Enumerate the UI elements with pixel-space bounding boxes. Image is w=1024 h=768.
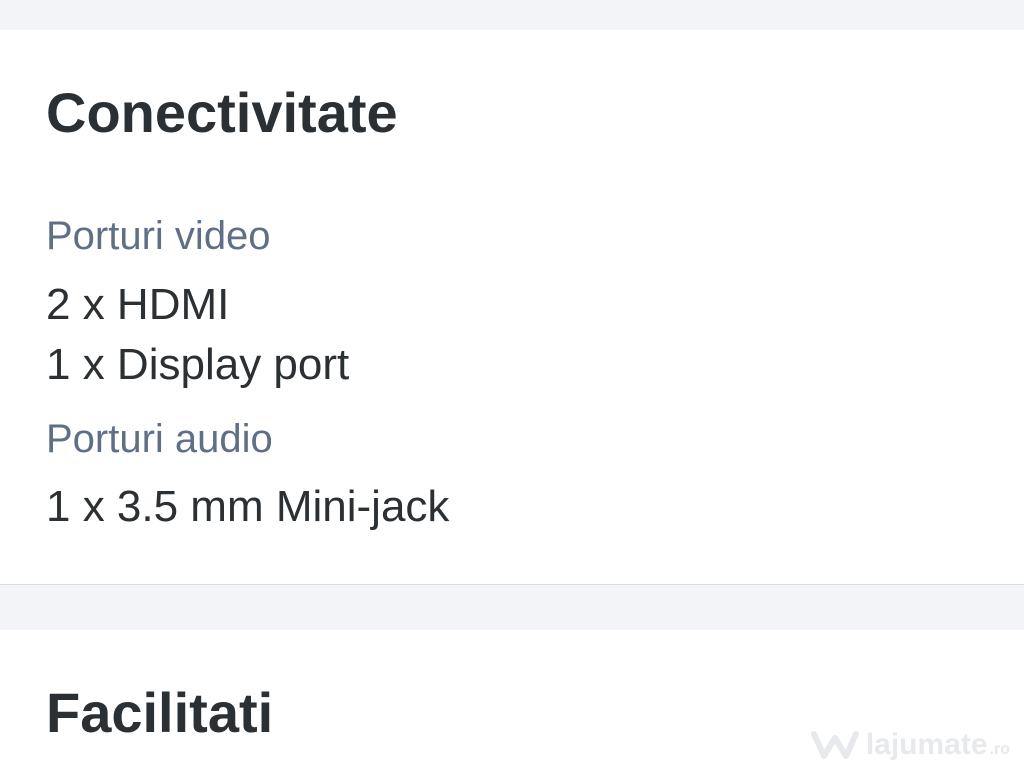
connectivity-section: Conectivitate Porturi video 2 x HDMI 1 x… <box>0 30 1024 585</box>
watermark-suffix: .ro <box>989 741 1010 758</box>
watermark: lajumate .ro <box>810 728 1010 762</box>
watermark-brand: lajumate <box>865 728 988 761</box>
w-logo-icon <box>810 728 860 762</box>
page: Conectivitate Porturi video 2 x HDMI 1 x… <box>0 0 1024 768</box>
audio-port-item: 1 x 3.5 mm Mini-jack <box>46 482 450 531</box>
video-port-item: 2 x HDMI <box>46 280 230 329</box>
video-port-item: 1 x Display port <box>46 340 350 389</box>
section-title-facilities: Facilitati <box>46 681 274 744</box>
video-ports-label: Porturi video <box>46 214 271 258</box>
audio-ports-label: Porturi audio <box>46 417 273 461</box>
section-title-connectivity: Conectivitate <box>46 81 398 144</box>
